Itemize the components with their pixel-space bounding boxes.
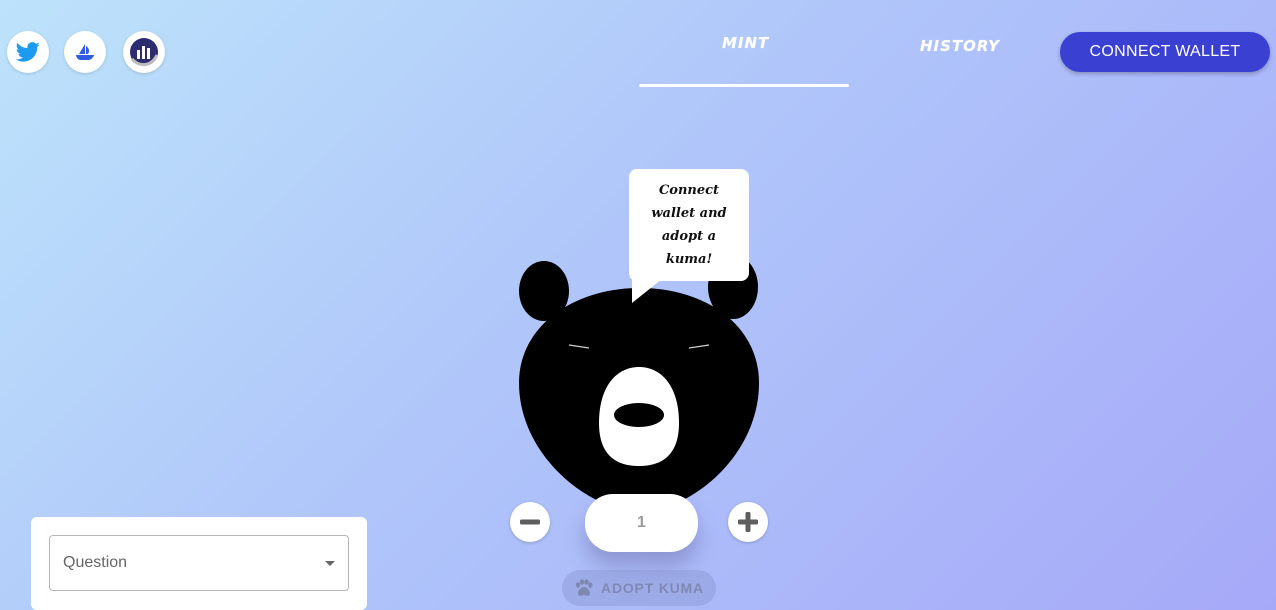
adopt-kuma-button[interactable]: ADOPT KUMA [562,570,716,606]
caret-down-icon [325,560,335,566]
analytics-link[interactable] [123,31,165,73]
analytics-icon [130,38,159,66]
increase-quantity-button[interactable] [728,502,768,542]
twitter-icon [16,42,40,62]
question-dropdown-label: Question [63,554,128,571]
adopt-kuma-label: ADOPT KUMA [601,580,704,596]
question-card: Question [31,517,367,610]
minus-icon [520,519,540,525]
connect-wallet-button[interactable]: CONNECT WALLET [1060,32,1270,72]
tab-history[interactable]: HISTORY [920,37,1000,55]
opensea-link[interactable] [64,31,106,73]
question-dropdown[interactable]: Question [49,535,349,591]
twitter-link[interactable] [7,31,49,73]
paw-icon [575,579,593,596]
tab-mint[interactable]: MINT [722,34,769,52]
plus-icon [738,512,758,532]
decrease-quantity-button[interactable] [510,502,550,542]
speech-bubble: Connect wallet and adopt a kuma! [629,169,749,281]
active-tab-indicator [639,84,849,87]
quantity-input[interactable] [585,494,698,552]
speech-bubble-tail [632,279,662,303]
opensea-icon [76,44,94,60]
